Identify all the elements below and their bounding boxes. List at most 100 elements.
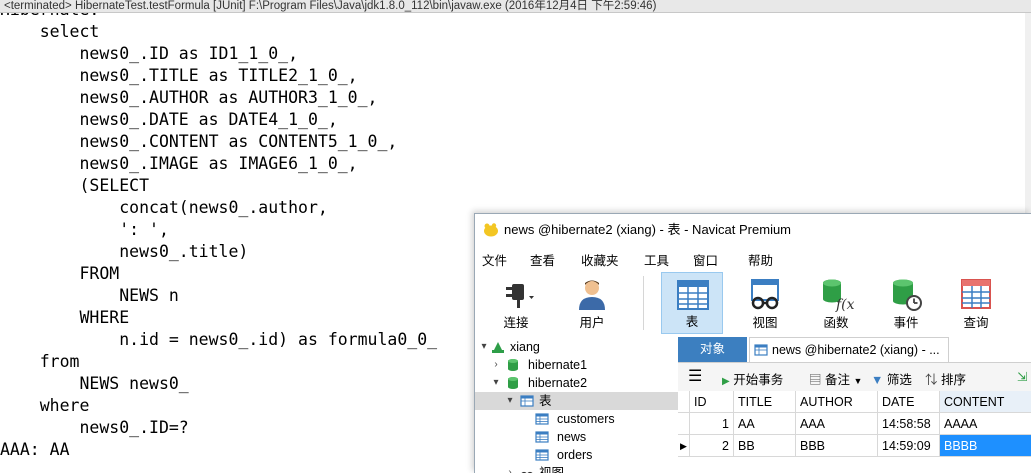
cell-author[interactable]: AAA [796, 413, 878, 435]
filter-button[interactable]: ▼ 筛选 [871, 369, 912, 388]
function-button[interactable]: f(x) 函数 [805, 272, 867, 334]
table-icon [535, 449, 549, 461]
console-line: news0_.ID=? [0, 418, 189, 437]
column-header-date[interactable]: DATE [878, 391, 940, 413]
cell-author[interactable]: BBB [796, 435, 878, 457]
table-toolbar: ☰ ▶ 开始事务 ▤ 备注 ▼ ▼ 筛选 ⇅ 排序 ⇲ [678, 363, 1031, 392]
table-icon [535, 413, 549, 425]
console-line: select [0, 22, 100, 41]
view-icon [751, 279, 779, 310]
connect-button[interactable]: 连接 [485, 272, 547, 334]
menu-icon[interactable]: ☰ [688, 366, 702, 386]
console-titlebar: <terminated> HibernateTest.testFormula [… [0, 0, 1031, 13]
tree-item-table-orders[interactable]: orders [475, 446, 678, 464]
chevron-down-icon[interactable]: ▾ [504, 392, 516, 410]
filter-label: 筛选 [886, 373, 912, 387]
cell-title[interactable]: BB [734, 435, 796, 457]
tree-item-table-news[interactable]: news [475, 428, 678, 446]
table-icon [754, 344, 768, 356]
tree-label: news [557, 430, 587, 444]
console-line: (SELECT [0, 176, 150, 195]
column-header-content[interactable]: CONTENT [940, 391, 1031, 413]
tree-label: hibernate2 [528, 376, 588, 390]
event-button[interactable]: 事件 [875, 272, 937, 334]
tree-label: orders [557, 448, 593, 462]
tree-item-views[interactable]: › 视图 [475, 464, 678, 473]
chevron-down-icon: ▼ [853, 376, 863, 386]
column-header-author[interactable]: AUTHOR [796, 391, 878, 413]
tree-item-table-customers[interactable]: customers [475, 410, 678, 428]
begin-transaction-label: 开始事务 [733, 373, 784, 387]
note-label: 备注 [825, 373, 851, 387]
connection-icon [492, 342, 504, 353]
console-line: news0_.AUTHOR as AUTHOR3_1_0_, [0, 88, 378, 107]
menu-favorites[interactable]: 收藏夹 [581, 250, 619, 269]
cell-id[interactable]: 1 [690, 413, 734, 435]
connect-label: 连接 [503, 316, 529, 330]
toolbar-separator [643, 276, 644, 330]
content-panel: 对象 news @hibernate2 (xiang) - ... ☰ ▶ 开始… [678, 336, 1031, 473]
console-line: concat(news0_.author, [0, 198, 328, 217]
tree-item-connection[interactable]: ▾ xiang [475, 338, 678, 356]
chevron-right-icon[interactable]: › [504, 464, 516, 473]
console-line: news0_.CONTENT as CONTENT5_1_0_, [0, 132, 398, 151]
user-label: 用户 [579, 316, 605, 330]
tree-label: xiang [510, 340, 540, 354]
cell-title[interactable]: AA [734, 413, 796, 435]
main-toolbar: 连接 用户 表 视图 f(x 函数 事件 查询 [475, 270, 1031, 337]
cell-date[interactable]: 14:58:58 [878, 413, 940, 435]
console-line: news0_.IMAGE as IMAGE6_1_0_, [0, 154, 358, 173]
tree-item-tables[interactable]: ▾ 表 [475, 392, 678, 410]
table-button[interactable]: 表 [661, 272, 723, 334]
navicat-titlebar[interactable]: news @hibernate2 (xiang) - 表 - Navicat P… [475, 214, 1031, 246]
cell-date[interactable]: 14:59:09 [878, 435, 940, 457]
chevron-down-icon[interactable]: ▾ [478, 338, 490, 356]
console-line: AAA: AA [0, 440, 70, 459]
sort-label: 排序 [941, 373, 967, 387]
menu-tools[interactable]: 工具 [644, 250, 669, 269]
menu-file[interactable]: 文件 [482, 250, 507, 269]
navicat-window: news @hibernate2 (xiang) - 表 - Navicat P… [474, 213, 1031, 473]
column-header-id[interactable]: ID [690, 391, 734, 413]
column-header-title[interactable]: TITLE [734, 391, 796, 413]
note-button[interactable]: ▤ 备注 ▼ [809, 369, 862, 388]
tree-item-hibernate1[interactable]: › hibernate1 [475, 356, 678, 374]
console-line: news0_.title) [0, 242, 249, 261]
chevron-down-icon[interactable]: ▾ [490, 374, 502, 392]
console-line: news0_.ID as ID1_1_0_, [0, 44, 299, 63]
menu-window[interactable]: 窗口 [693, 250, 718, 269]
navicat-logo-icon [484, 223, 498, 237]
function-icon: f(x) [823, 279, 854, 312]
menu-help[interactable]: 帮助 [748, 250, 773, 269]
tree-label: 视图 [539, 466, 565, 473]
view-button[interactable]: 视图 [734, 272, 796, 334]
query-button[interactable]: 查询 [945, 272, 1007, 334]
menu-bar: 文件 查看 收藏夹 工具 窗口 帮助 [475, 246, 1031, 270]
sort-button[interactable]: ⇅ 排序 [925, 369, 966, 388]
svg-text:f(x): f(x) [835, 297, 854, 312]
console-line: news0_.DATE as DATE4_1_0_, [0, 110, 338, 129]
tables-folder-icon [520, 395, 534, 407]
begin-transaction-button[interactable]: ▶ 开始事务 [722, 369, 783, 388]
tree-item-hibernate2[interactable]: ▾ hibernate2 [475, 374, 678, 392]
event-label: 事件 [893, 316, 919, 330]
cell-id[interactable]: 2 [690, 435, 734, 457]
tab-objects[interactable]: 对象 [678, 337, 747, 362]
view-label: 视图 [752, 316, 778, 330]
row-header-corner [678, 391, 690, 413]
tab-table-news[interactable]: news @hibernate2 (xiang) - ... [749, 337, 949, 362]
cell-content[interactable]: AAAA [940, 413, 1031, 435]
filter-icon: ▼ [871, 373, 884, 387]
tab-label: news @hibernate2 (xiang) - ... [772, 343, 940, 357]
sort-icon: ⇅ [925, 373, 938, 387]
chevron-right-icon[interactable]: › [490, 356, 502, 374]
row-header[interactable] [678, 413, 690, 435]
user-button[interactable]: 用户 [561, 272, 623, 334]
cell-content-selected[interactable]: BBBB [940, 435, 1031, 457]
console-line: news0_.TITLE as TITLE2_1_0_, [0, 66, 358, 85]
import-icon[interactable]: ⇲ [1017, 369, 1027, 384]
current-row-arrow-icon[interactable]: ▶ [678, 435, 690, 457]
table-icon [535, 431, 549, 443]
view-icon [521, 471, 533, 473]
menu-view[interactable]: 查看 [530, 250, 555, 269]
